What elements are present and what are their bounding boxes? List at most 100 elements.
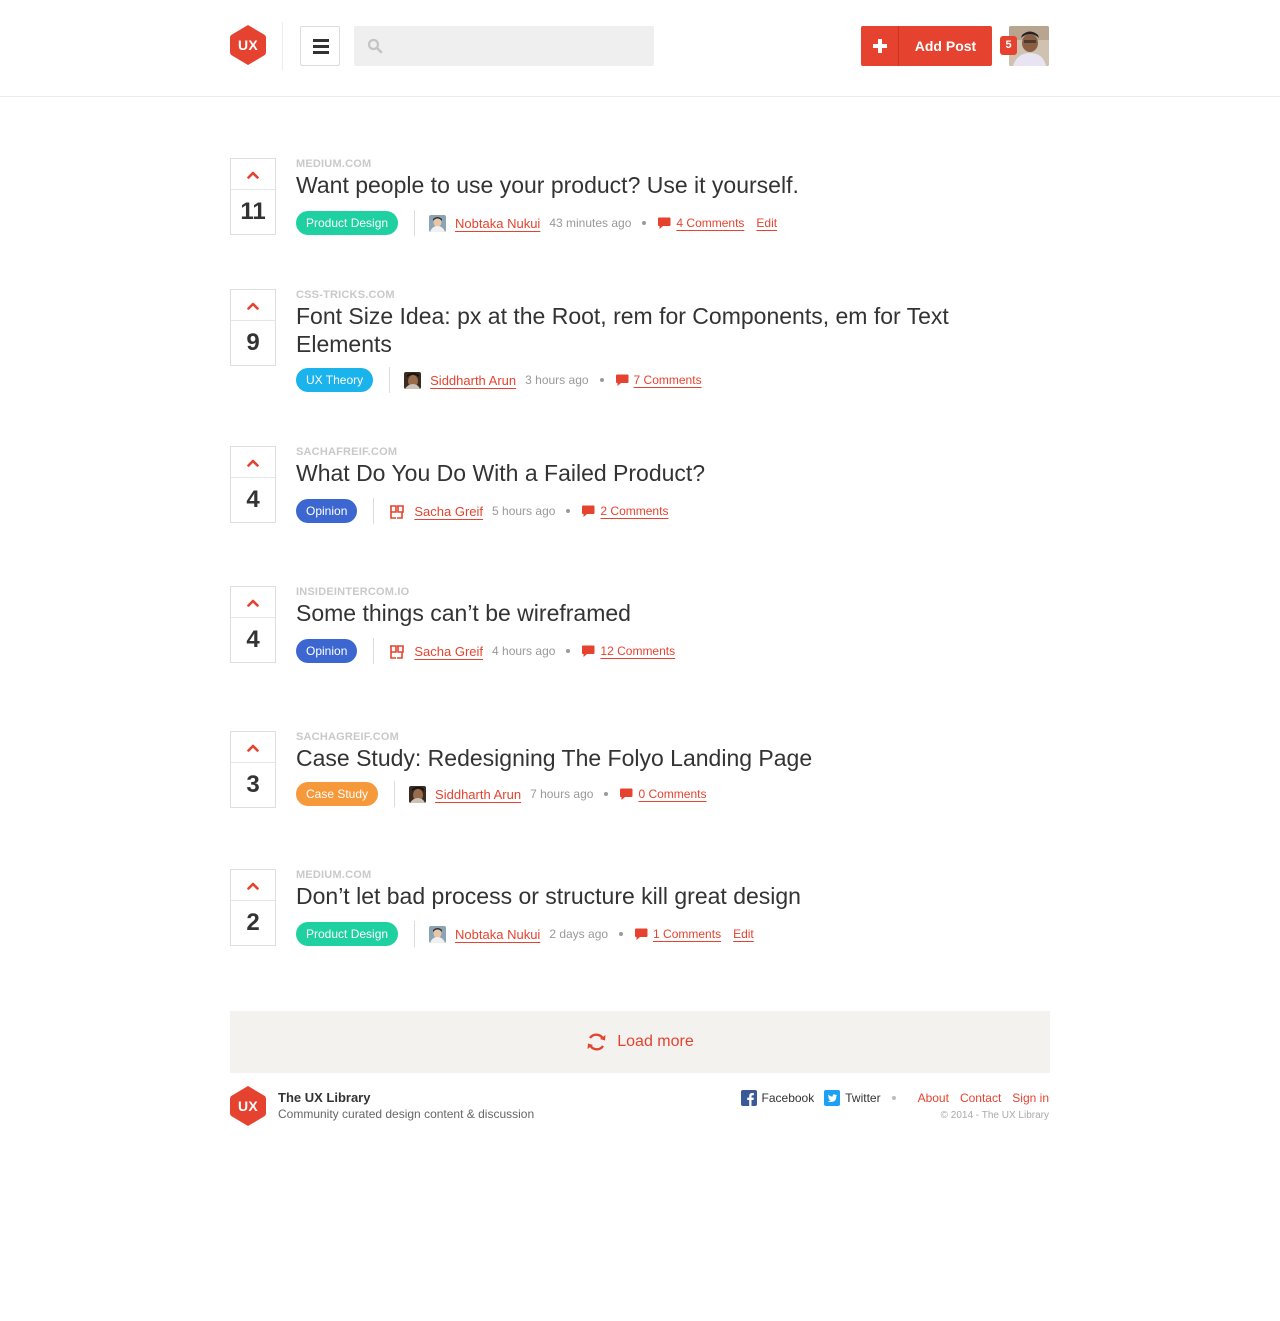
facebook-link[interactable]: Facebook [762, 1091, 815, 1105]
comments-link[interactable]: 1 Comments [653, 927, 721, 941]
chevron-up-icon [247, 171, 259, 179]
author-link[interactable]: Nobtaka Nukui [455, 927, 540, 942]
footer-logo-text: UX [237, 1098, 259, 1114]
author-avatar[interactable] [429, 214, 447, 232]
post-title[interactable]: What Do You Do With a Failed Product? [296, 459, 956, 487]
add-post-button[interactable]: Add Post [861, 26, 992, 66]
comment-icon [615, 374, 629, 386]
comments-link[interactable]: 0 Comments [638, 787, 706, 801]
meta-bullet [619, 932, 624, 936]
post-domain[interactable]: CSS-TRICKS.COM [296, 289, 395, 301]
post-time: 5 hours ago [492, 504, 556, 518]
post-domain[interactable]: MEDIUM.COM [296, 869, 371, 881]
chevron-up-icon [247, 599, 259, 607]
upvote-button[interactable] [231, 447, 275, 478]
sign-in-link[interactable]: Sign in [1012, 1091, 1049, 1105]
author-link[interactable]: Siddharth Arun [435, 787, 521, 802]
meta-bullet [599, 378, 604, 382]
comments-link[interactable]: 7 Comments [634, 373, 702, 387]
menu-icon[interactable] [300, 26, 340, 66]
category-tag[interactable]: Product Design [296, 211, 399, 235]
post-title[interactable]: Don’t let bad process or structure kill … [296, 882, 956, 910]
author-avatar[interactable] [404, 371, 422, 389]
post-title[interactable]: Case Study: Redesigning The Folyo Landin… [296, 744, 956, 772]
notification-badge[interactable]: 5 [1000, 36, 1017, 55]
site-logo[interactable]: UX [230, 25, 266, 65]
vote-count: 9 [246, 329, 260, 356]
author-link[interactable]: Siddharth Arun [430, 373, 516, 388]
author-link[interactable]: Nobtaka Nukui [455, 216, 540, 231]
post-meta: Case Study Siddharth Arun 7 hours ago 0 Com… [296, 781, 706, 807]
category-tag[interactable]: Product Design [296, 922, 399, 946]
meta-divider [414, 921, 416, 947]
chevron-up-icon [247, 882, 259, 890]
footer-logo[interactable]: UX [230, 1086, 266, 1126]
facebook-icon[interactable] [740, 1090, 757, 1106]
search-input[interactable] [392, 26, 647, 66]
vote-box: 4 [230, 446, 276, 523]
site-header: UX Add Post 5 [0, 0, 1280, 97]
meta-bullet [566, 649, 571, 653]
author-link[interactable]: Sacha Greif [414, 504, 483, 519]
comments-link[interactable]: 12 Comments [600, 644, 675, 658]
twitter-link[interactable]: Twitter [845, 1091, 880, 1105]
author-avatar[interactable] [429, 925, 447, 943]
post-title[interactable]: Font Size Idea: px at the Root, rem for … [296, 302, 956, 358]
add-post-label: Add Post [914, 38, 977, 54]
post-meta: Product Design Nobtaka Nukui 2 days ago 1 C… [296, 921, 754, 947]
logo-text: UX [237, 37, 259, 53]
category-tag[interactable]: Case Study [296, 782, 379, 806]
copyright: © 2014 - The UX Library [940, 1110, 1049, 1121]
chevron-up-icon [247, 744, 259, 752]
edit-link[interactable]: Edit [756, 216, 777, 230]
header-divider [282, 22, 283, 70]
meta-bullet [566, 509, 571, 513]
author-link[interactable]: Sacha Greif [414, 644, 483, 659]
vote-count: 4 [246, 486, 260, 513]
comments-link[interactable]: 4 Comments [676, 216, 744, 230]
upvote-button[interactable] [231, 159, 275, 190]
author-avatar[interactable] [409, 785, 427, 803]
upvote-button[interactable] [231, 732, 275, 763]
vote-box: 9 [230, 289, 276, 366]
about-link[interactable]: About [918, 1091, 949, 1105]
edit-link[interactable]: Edit [733, 927, 754, 941]
post-time: 2 days ago [549, 927, 609, 941]
post-time: 3 hours ago [525, 373, 589, 387]
post-domain[interactable]: MEDIUM.COM [296, 158, 371, 170]
post-title[interactable]: Some things can’t be wireframed [296, 599, 956, 627]
category-tag[interactable]: Opinion [296, 639, 358, 663]
load-more-button[interactable]: Load more [230, 1011, 1050, 1073]
author-avatar[interactable] [388, 502, 406, 520]
chevron-up-icon [247, 302, 259, 310]
meta-bullet [604, 792, 609, 796]
meta-divider [414, 210, 416, 236]
comments-link[interactable]: 2 Comments [600, 504, 668, 518]
contact-link[interactable]: Contact [960, 1091, 1001, 1105]
post-domain[interactable]: SACHAGREIF.COM [296, 731, 399, 743]
upvote-button[interactable] [231, 290, 275, 321]
comment-icon [620, 788, 633, 800]
upvote-button[interactable] [231, 587, 275, 618]
post-meta: UX Theory Siddharth Arun 3 hours ago 7 Comm… [296, 367, 702, 393]
meta-divider [389, 367, 391, 393]
search-icon [367, 38, 383, 54]
search-bar[interactable] [354, 26, 654, 66]
author-avatar[interactable] [388, 642, 406, 660]
comment-icon [582, 505, 595, 517]
meta-bullet [642, 221, 647, 225]
vote-count: 2 [246, 909, 260, 936]
post-title[interactable]: Want people to use your product? Use it … [296, 171, 956, 199]
twitter-icon[interactable] [824, 1090, 841, 1106]
post-time: 4 hours ago [492, 644, 556, 658]
post-domain[interactable]: INSIDEINTERCOM.IO [296, 586, 409, 598]
meta-divider [373, 498, 375, 524]
vote-box: 11 [230, 158, 276, 235]
category-tag[interactable]: UX Theory [296, 368, 374, 392]
upvote-button[interactable] [231, 870, 275, 901]
vote-box: 4 [230, 586, 276, 663]
post-domain[interactable]: SACHAFREIF.COM [296, 446, 397, 458]
post-meta: Product Design Nobtaka Nukui 43 minutes ag… [296, 210, 777, 236]
category-tag[interactable]: Opinion [296, 499, 358, 523]
meta-divider [394, 781, 396, 807]
